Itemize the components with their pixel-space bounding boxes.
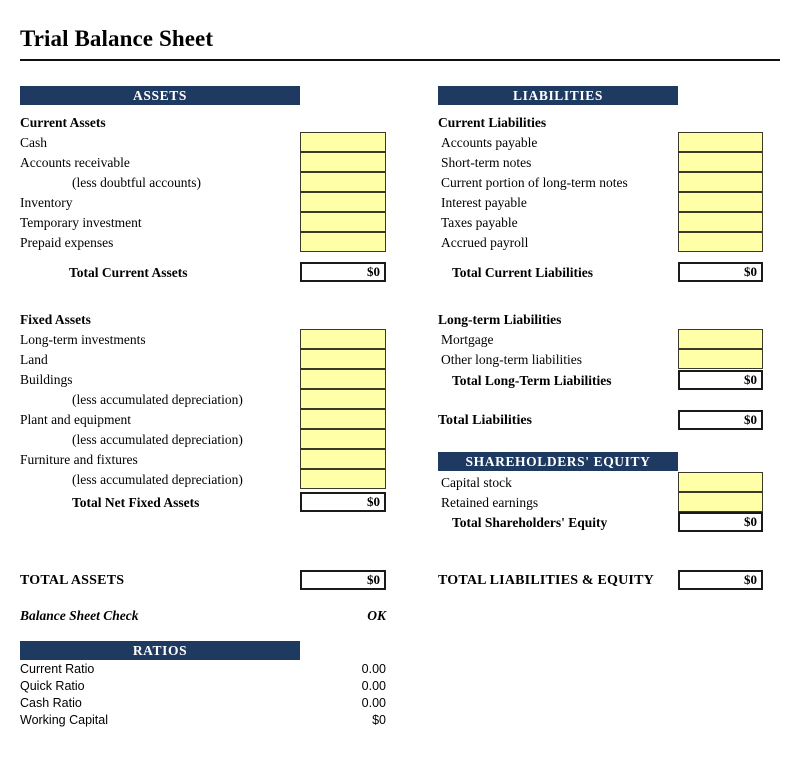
- balance-sheet-page: Trial Balance Sheet ASSETS Current Asset…: [0, 0, 799, 778]
- row-label-accrued-payroll: Accrued payroll: [441, 235, 529, 250]
- input-retained-earnings[interactable]: [678, 492, 763, 512]
- section-header-assets: ASSETS: [20, 86, 300, 105]
- heading-long-term-liabilities: Long-term Liabilities: [438, 312, 562, 327]
- heading-fixed-assets: Fixed Assets: [20, 312, 91, 327]
- grand-total-value-assets: $0: [300, 570, 386, 590]
- input-land[interactable]: [300, 349, 386, 369]
- input-accrued-payroll[interactable]: [678, 232, 763, 252]
- row-label-taxes-payable: Taxes payable: [441, 215, 518, 230]
- row-label-prepaid-expenses: Prepaid expenses: [20, 235, 114, 250]
- input-buildings[interactable]: [300, 369, 386, 389]
- input-cash[interactable]: [300, 132, 386, 152]
- input-furniture-depreciation[interactable]: [300, 469, 386, 489]
- input-interest-payable[interactable]: [678, 192, 763, 212]
- row-label-furniture-and-fixtures: Furniture and fixtures: [20, 452, 138, 467]
- total-label-shareholders-equity: Total Shareholders' Equity: [452, 515, 608, 530]
- row-label-current-portion-long-term-notes: Current portion of long-term notes: [441, 175, 628, 190]
- title-divider: [20, 59, 780, 61]
- heading-current-liabilities: Current Liabilities: [438, 115, 547, 130]
- input-plant-and-equipment[interactable]: [300, 409, 386, 429]
- row-label-buildings-depreciation: (less accumulated depreciation): [72, 392, 243, 407]
- input-taxes-payable[interactable]: [678, 212, 763, 232]
- row-label-land: Land: [20, 352, 48, 367]
- grand-total-label-liabilities-equity: TOTAL LIABILITIES & EQUITY: [438, 573, 654, 588]
- balance-check-status: OK: [367, 608, 386, 623]
- row-label-capital-stock: Capital stock: [441, 475, 512, 490]
- total-value-long-term-liabilities: $0: [678, 370, 763, 390]
- row-label-short-term-notes: Short-term notes: [441, 155, 532, 170]
- row-label-cash: Cash: [20, 135, 47, 150]
- row-label-accounts-receivable: Accounts receivable: [20, 155, 130, 170]
- row-label-accounts-payable: Accounts payable: [441, 135, 538, 150]
- input-short-term-notes[interactable]: [678, 152, 763, 172]
- heading-current-assets: Current Assets: [20, 115, 106, 130]
- section-header-shareholders-equity: SHAREHOLDERS' EQUITY: [438, 452, 678, 471]
- input-mortgage[interactable]: [678, 329, 763, 349]
- input-accounts-receivable[interactable]: [300, 152, 386, 172]
- input-prepaid-expenses[interactable]: [300, 232, 386, 252]
- section-header-ratios: RATIOS: [20, 641, 300, 660]
- input-plant-depreciation[interactable]: [300, 429, 386, 449]
- total-label-long-term-liabilities: Total Long-Term Liabilities: [452, 373, 612, 388]
- ratio-label-working-capital: Working Capital: [20, 713, 109, 727]
- input-furniture-and-fixtures[interactable]: [300, 449, 386, 469]
- input-current-portion-long-term-notes[interactable]: [678, 172, 763, 192]
- input-other-long-term-liabilities[interactable]: [678, 349, 763, 369]
- row-label-furniture-depreciation: (less accumulated depreciation): [72, 472, 243, 487]
- ratio-value-working-capital: $0: [372, 713, 386, 727]
- section-header-liabilities: LIABILITIES: [438, 86, 678, 105]
- input-buildings-depreciation[interactable]: [300, 389, 386, 409]
- total-value-net-fixed-assets: $0: [300, 492, 386, 512]
- row-label-inventory: Inventory: [20, 195, 73, 210]
- input-capital-stock[interactable]: [678, 472, 763, 492]
- grand-total-label-assets: TOTAL ASSETS: [20, 573, 125, 588]
- balance-check-label: Balance Sheet Check: [20, 608, 139, 623]
- total-label-current-liabilities: Total Current Liabilities: [452, 265, 594, 280]
- row-label-retained-earnings: Retained earnings: [441, 495, 539, 510]
- input-inventory[interactable]: [300, 192, 386, 212]
- input-temporary-investment[interactable]: [300, 212, 386, 232]
- page-title: Trial Balance Sheet: [20, 26, 214, 51]
- row-label-plant-depreciation: (less accumulated depreciation): [72, 432, 243, 447]
- row-label-plant-and-equipment: Plant and equipment: [20, 412, 131, 427]
- row-label-mortgage: Mortgage: [441, 332, 494, 347]
- total-value-liabilities: $0: [678, 410, 763, 430]
- total-label-net-fixed-assets: Total Net Fixed Assets: [72, 495, 200, 510]
- total-value-current-assets: $0: [300, 262, 386, 282]
- total-label-liabilities: Total Liabilities: [438, 413, 533, 428]
- input-long-term-investments[interactable]: [300, 329, 386, 349]
- row-label-other-long-term-liabilities: Other long-term liabilities: [441, 352, 582, 367]
- total-label-current-assets: Total Current Assets: [69, 265, 188, 280]
- row-label-long-term-investments: Long-term investments: [20, 332, 146, 347]
- row-label-buildings: Buildings: [20, 372, 73, 387]
- total-value-shareholders-equity: $0: [678, 512, 763, 532]
- input-accounts-payable[interactable]: [678, 132, 763, 152]
- row-label-less-doubtful-accounts: (less doubtful accounts): [72, 175, 201, 190]
- row-label-interest-payable: Interest payable: [441, 195, 527, 210]
- grand-total-value-liabilities-equity: $0: [678, 570, 763, 590]
- total-value-current-liabilities: $0: [678, 262, 763, 282]
- input-less-doubtful-accounts[interactable]: [300, 172, 386, 192]
- row-label-temporary-investment: Temporary investment: [20, 215, 142, 230]
